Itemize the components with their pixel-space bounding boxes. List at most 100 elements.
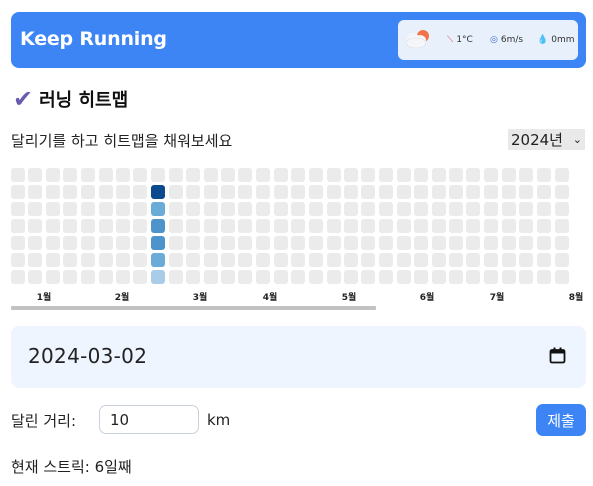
heatmap-cell[interactable] (519, 253, 533, 267)
heatmap-cell[interactable] (432, 219, 446, 233)
heatmap-cell[interactable] (414, 202, 428, 216)
heatmap-cell[interactable] (327, 219, 341, 233)
heatmap-cell[interactable] (397, 253, 411, 267)
heatmap-cell[interactable] (204, 219, 218, 233)
calendar-icon[interactable] (549, 347, 566, 364)
heatmap-cell[interactable] (397, 270, 411, 284)
heatmap-cell[interactable] (379, 270, 393, 284)
heatmap-cell[interactable] (274, 168, 288, 182)
heatmap-cell[interactable] (238, 270, 252, 284)
heatmap-cell[interactable] (63, 236, 77, 250)
heatmap-cell[interactable] (432, 168, 446, 182)
heatmap-cell[interactable] (432, 202, 446, 216)
heatmap-cell[interactable] (519, 202, 533, 216)
heatmap-cell[interactable] (555, 270, 569, 284)
heatmap-cell[interactable] (537, 270, 551, 284)
heatmap-cell[interactable] (274, 185, 288, 199)
heatmap-cell[interactable] (151, 236, 165, 250)
heatmap-cell[interactable] (99, 219, 113, 233)
heatmap-cell[interactable] (256, 168, 270, 182)
heatmap-cell[interactable] (484, 236, 498, 250)
heatmap-cell[interactable] (238, 185, 252, 199)
heatmap-cell[interactable] (414, 236, 428, 250)
heatmap-cell[interactable] (519, 219, 533, 233)
heatmap-cell[interactable] (151, 253, 165, 267)
heatmap-cell[interactable] (519, 168, 533, 182)
heatmap-cell[interactable] (169, 185, 183, 199)
heatmap-cell[interactable] (46, 236, 60, 250)
heatmap-cell[interactable] (63, 219, 77, 233)
heatmap-cell[interactable] (99, 168, 113, 182)
heatmap-cell[interactable] (361, 202, 375, 216)
heatmap-cell[interactable] (432, 185, 446, 199)
heatmap-cell[interactable] (397, 185, 411, 199)
heatmap-cell[interactable] (28, 185, 42, 199)
heatmap-cell[interactable] (555, 253, 569, 267)
heatmap-cell[interactable] (169, 202, 183, 216)
heatmap-cell[interactable] (274, 219, 288, 233)
heatmap-cell[interactable] (379, 202, 393, 216)
heatmap-cell[interactable] (81, 202, 95, 216)
heatmap-cell[interactable] (99, 202, 113, 216)
heatmap-cell[interactable] (169, 253, 183, 267)
heatmap-cell[interactable] (46, 202, 60, 216)
heatmap-cell[interactable] (204, 236, 218, 250)
heatmap-cell[interactable] (28, 219, 42, 233)
heatmap-cell[interactable] (466, 219, 480, 233)
heatmap-cell[interactable] (28, 168, 42, 182)
heatmap-cell[interactable] (537, 185, 551, 199)
heatmap-cell[interactable] (291, 185, 305, 199)
heatmap-cell[interactable] (256, 202, 270, 216)
heatmap-cell[interactable] (133, 270, 147, 284)
heatmap-cell[interactable] (484, 185, 498, 199)
heatmap-cell[interactable] (327, 236, 341, 250)
heatmap-cell[interactable] (414, 168, 428, 182)
heatmap-cell[interactable] (274, 253, 288, 267)
heatmap-cell[interactable] (379, 185, 393, 199)
heatmap-cell[interactable] (555, 202, 569, 216)
heatmap-cell[interactable] (63, 202, 77, 216)
heatmap-cell[interactable] (11, 253, 25, 267)
heatmap-cell[interactable] (151, 185, 165, 199)
heatmap-cell[interactable] (99, 270, 113, 284)
heatmap-cell[interactable] (256, 219, 270, 233)
heatmap-cell[interactable] (502, 202, 516, 216)
heatmap-cell[interactable] (63, 253, 77, 267)
heatmap-cell[interactable] (186, 168, 200, 182)
heatmap-cell[interactable] (116, 185, 130, 199)
heatmap-cell[interactable] (327, 270, 341, 284)
heatmap-cell[interactable] (484, 270, 498, 284)
heatmap-cell[interactable] (484, 168, 498, 182)
heatmap-cell[interactable] (151, 168, 165, 182)
heatmap-cell[interactable] (221, 236, 235, 250)
heatmap-cell[interactable] (344, 236, 358, 250)
heatmap-cell[interactable] (274, 270, 288, 284)
heatmap-cell[interactable] (81, 253, 95, 267)
heatmap-cell[interactable] (309, 236, 323, 250)
heatmap-cell[interactable] (116, 270, 130, 284)
heatmap-cell[interactable] (291, 202, 305, 216)
heatmap-cell[interactable] (99, 185, 113, 199)
heatmap-cell[interactable] (344, 168, 358, 182)
heatmap-cell[interactable] (414, 270, 428, 284)
heatmap-cell[interactable] (502, 219, 516, 233)
heatmap-cell[interactable] (256, 253, 270, 267)
heatmap-cell[interactable] (519, 270, 533, 284)
heatmap-cell[interactable] (81, 185, 95, 199)
heatmap-cell[interactable] (361, 253, 375, 267)
heatmap-cell[interactable] (46, 270, 60, 284)
heatmap-cell[interactable] (133, 219, 147, 233)
heatmap-cell[interactable] (309, 219, 323, 233)
heatmap-cell[interactable] (327, 202, 341, 216)
heatmap-cell[interactable] (466, 270, 480, 284)
heatmap-cell[interactable] (204, 185, 218, 199)
heatmap-cell[interactable] (221, 168, 235, 182)
heatmap-cell[interactable] (344, 270, 358, 284)
heatmap-cell[interactable] (537, 168, 551, 182)
heatmap-cell[interactable] (449, 202, 463, 216)
heatmap-cell[interactable] (133, 185, 147, 199)
heatmap-cell[interactable] (81, 168, 95, 182)
submit-button[interactable]: 제출 (536, 404, 586, 436)
heatmap-cell[interactable] (502, 270, 516, 284)
heatmap-cell[interactable] (221, 253, 235, 267)
